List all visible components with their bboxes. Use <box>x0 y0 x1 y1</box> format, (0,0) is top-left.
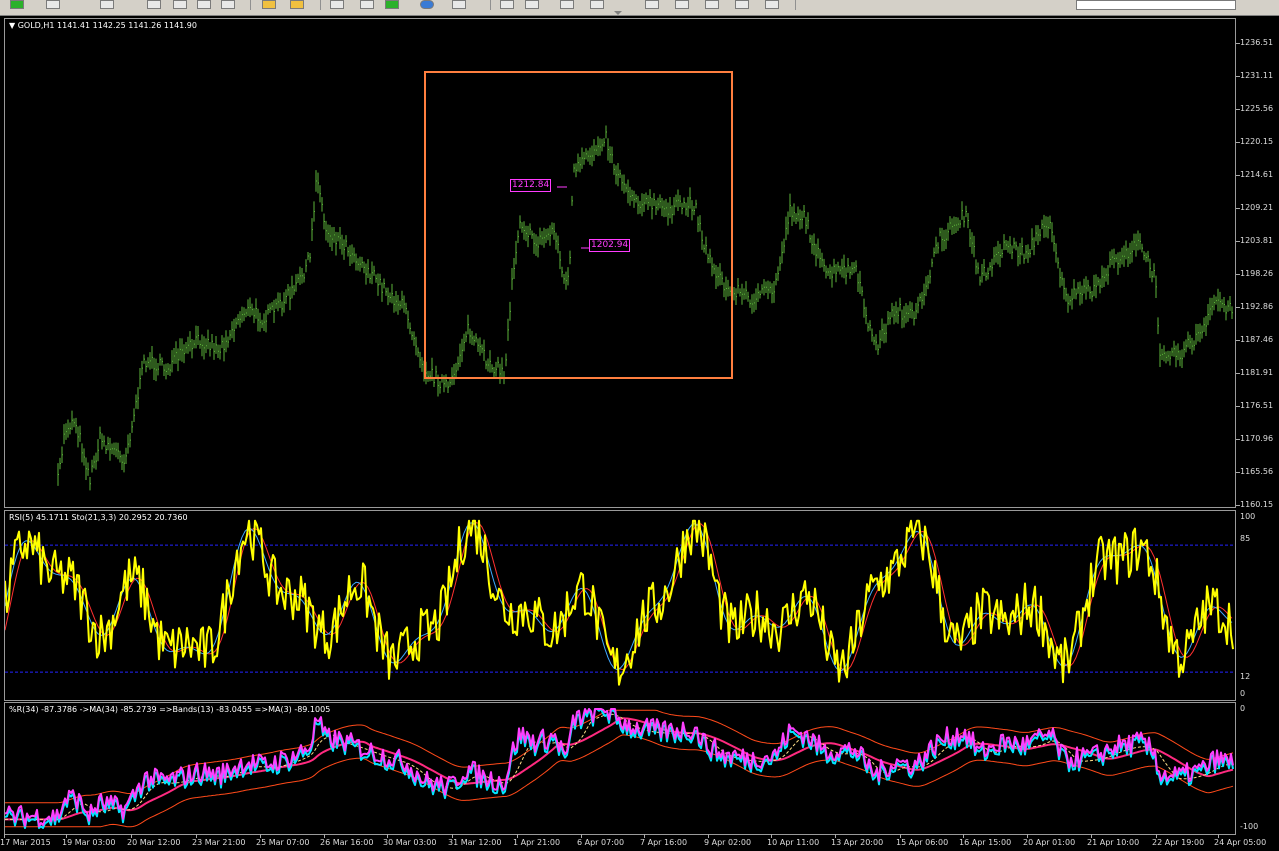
properties-icon[interactable] <box>452 0 466 9</box>
add-indicator-icon[interactable] <box>385 0 399 9</box>
fibonacci-icon[interactable] <box>765 0 779 9</box>
price-chart-title-text: GOLD,H1 1141.41 1142.25 1141.26 1141.90 <box>17 21 197 30</box>
bar-chart-icon[interactable] <box>100 0 114 9</box>
rsi-stochastic-pane[interactable]: RSI(5) 45.1711 Sto(21,3,3) 20.2952 20.73… <box>4 510 1236 701</box>
price-tag-high[interactable]: 1212.84 <box>510 179 552 192</box>
price-scale-label: 1225.56 <box>1240 104 1274 113</box>
label-icon[interactable] <box>705 0 719 9</box>
rsi-scale-label: 0 <box>1240 689 1246 698</box>
autoscroll-icon[interactable] <box>262 0 276 9</box>
refresh-icon[interactable] <box>420 0 434 9</box>
rsi-stochastic-svg <box>5 519 1235 686</box>
time-axis-label: 21 Apr 10:00 <box>1087 838 1140 847</box>
zoom-out-icon[interactable] <box>221 0 235 9</box>
price-scale-label: 1181.91 <box>1240 368 1274 377</box>
line-chart-icon[interactable] <box>173 0 187 9</box>
price-scale-label: 1220.15 <box>1240 137 1274 146</box>
time-axis-label: 13 Apr 20:00 <box>831 838 884 847</box>
price-scale-label: 1231.11 <box>1240 71 1274 80</box>
chevron-down-icon[interactable] <box>614 11 622 15</box>
price-scale-label: 1176.51 <box>1240 401 1274 410</box>
chart-window-icon[interactable] <box>46 0 60 9</box>
vertical-line-icon[interactable] <box>560 0 574 9</box>
time-axis-label: 16 Apr 15:00 <box>959 838 1012 847</box>
time-axis-label: 17 Mar 2015 <box>0 838 51 847</box>
toolbar-separator <box>250 0 251 10</box>
cursor-icon[interactable] <box>500 0 514 9</box>
time-axis-label: 24 Apr 05:00 <box>1214 838 1267 847</box>
time-axis-label: 7 Apr 16:00 <box>640 838 688 847</box>
price-scale-label: 1170.96 <box>1240 434 1274 443</box>
candle-chart-icon[interactable] <box>147 0 161 9</box>
wpr-scale[interactable]: 0 -100 <box>1236 702 1279 835</box>
time-axis-label: 6 Apr 07:00 <box>577 838 625 847</box>
williams-r-pane[interactable]: %R(34) -87.3786 ->MA(34) -85.2739 =>Band… <box>4 702 1236 835</box>
price-scale-label: 1160.15 <box>1240 500 1274 509</box>
price-chart-title: ▼ GOLD,H1 1141.41 1142.25 1141.26 1141.9… <box>9 21 197 31</box>
wpr-scale-label: -100 <box>1240 822 1259 831</box>
arrow-icon[interactable] <box>735 0 749 9</box>
williams-r-svg <box>5 708 1234 829</box>
time-axis-label: 30 Mar 03:00 <box>383 838 437 847</box>
new-order-icon[interactable] <box>10 0 24 9</box>
price-scale-label: 1209.21 <box>1240 203 1274 212</box>
wpr-pane-title: %R(34) -87.3786 ->MA(34) -85.2739 =>Band… <box>9 705 331 714</box>
time-axis-label: 10 Apr 11:00 <box>767 838 820 847</box>
price-scale-label: 1203.81 <box>1240 236 1274 245</box>
price-scale-label: 1236.51 <box>1240 38 1274 47</box>
rsi-pane-title: RSI(5) 45.1711 Sto(21,3,3) 20.2952 20.73… <box>9 513 188 522</box>
time-axis-label: 31 Mar 12:00 <box>448 838 502 847</box>
williams-r-ma-line <box>5 708 1234 828</box>
toolbar-separator <box>795 0 796 10</box>
price-scale-label: 1187.46 <box>1240 335 1274 344</box>
time-axis-label: 9 Apr 02:00 <box>704 838 752 847</box>
search-input[interactable] <box>1076 0 1236 10</box>
time-axis-label: 20 Mar 12:00 <box>127 838 181 847</box>
time-axis-label: 26 Mar 16:00 <box>320 838 374 847</box>
templates-icon[interactable] <box>360 0 374 9</box>
price-scale-label: 1192.86 <box>1240 302 1274 311</box>
rsi-scale-label: 12 <box>1240 672 1251 681</box>
rsi-scale-label: 85 <box>1240 534 1251 543</box>
text-icon[interactable] <box>675 0 689 9</box>
price-tag-low[interactable]: 1202.94 <box>589 239 631 252</box>
zoom-in-icon[interactable] <box>197 0 211 9</box>
wpr-scale-label: 0 <box>1240 704 1246 713</box>
time-axis: 17 Mar 2015 19 Mar 03:00 20 Mar 12:00 23 Ma… <box>0 834 1266 851</box>
toolbar-separator <box>320 0 321 10</box>
price-scale-label: 1165.56 <box>1240 467 1274 476</box>
time-axis-label: 20 Apr 01:00 <box>1023 838 1076 847</box>
horizontal-line-icon[interactable] <box>590 0 604 9</box>
price-scale-label: 1214.61 <box>1240 170 1274 179</box>
highlight-rectangle[interactable] <box>424 71 733 379</box>
trendline-icon[interactable] <box>645 0 659 9</box>
time-axis-label: 23 Mar 21:00 <box>192 838 246 847</box>
crosshair-icon[interactable] <box>525 0 539 9</box>
chart-shift-icon[interactable] <box>290 0 304 9</box>
rsi-line <box>5 519 1234 686</box>
time-axis-label: 22 Apr 19:00 <box>1152 838 1205 847</box>
toolbar <box>0 0 1279 16</box>
rsi-scale-label: 100 <box>1240 512 1256 521</box>
time-axis-label: 1 Apr 21:00 <box>513 838 561 847</box>
chart-menu-triangle-icon[interactable]: ▼ <box>9 21 15 30</box>
price-scale[interactable]: 1236.51 1231.11 1225.56 1220.15 1214.61 1209.… <box>1236 18 1279 509</box>
time-axis-label: 15 Apr 06:00 <box>896 838 949 847</box>
rsi-scale[interactable]: 100 85 12 0 <box>1236 510 1279 701</box>
time-axis-label: 25 Mar 07:00 <box>256 838 310 847</box>
toolbar-separator <box>490 0 491 10</box>
price-scale-label: 1198.26 <box>1240 269 1274 278</box>
period-icon[interactable] <box>330 0 344 9</box>
time-axis-label: 19 Mar 03:00 <box>62 838 116 847</box>
